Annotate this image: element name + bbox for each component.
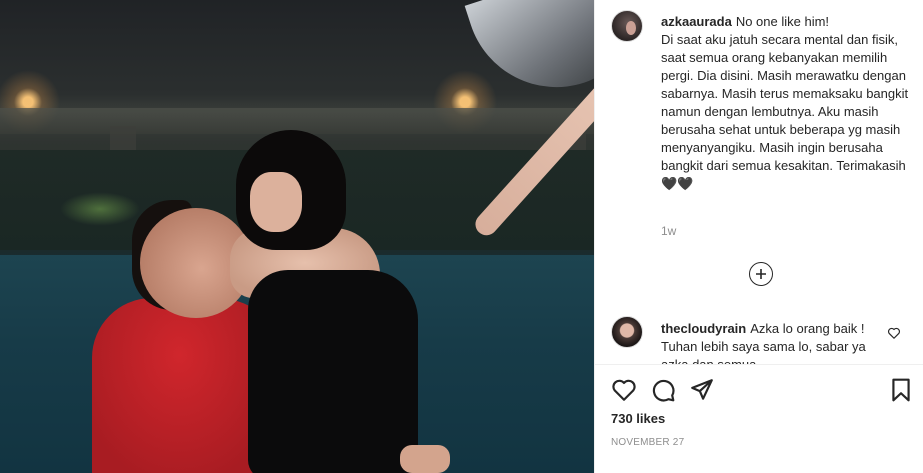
post-time-ago[interactable]: 1w bbox=[661, 224, 676, 238]
post-date[interactable]: NOVEMBER 27 bbox=[611, 437, 684, 448]
load-more-comments-button[interactable] bbox=[749, 262, 773, 286]
comment-body: thecloudyrain Azka lo orang baik ! Tuhan … bbox=[661, 320, 883, 364]
post-actions: 730 likes NOVEMBER 27 bbox=[595, 364, 923, 473]
commenter-username[interactable]: thecloudyrain bbox=[661, 321, 746, 336]
photo-woman-face bbox=[250, 172, 302, 232]
plus-circle-icon bbox=[756, 269, 766, 279]
commenter-avatar[interactable] bbox=[611, 316, 643, 348]
post-caption: azkaaurada No one like him! Di saat aku j… bbox=[661, 13, 911, 193]
comment-item: thecloudyrain Azka lo orang baik ! Tuhan … bbox=[595, 312, 923, 364]
photo-woman-dress bbox=[248, 270, 418, 473]
heart-icon[interactable] bbox=[611, 377, 637, 403]
share-icon[interactable] bbox=[689, 377, 715, 403]
likes-count[interactable]: 730 likes bbox=[611, 411, 665, 426]
comment-icon[interactable] bbox=[650, 377, 676, 403]
bookmark-icon[interactable] bbox=[888, 377, 914, 403]
author-username[interactable]: azkaaurada bbox=[661, 14, 732, 29]
post-sidebar: azkaaurada No one like him! Di saat aku j… bbox=[594, 0, 923, 473]
author-avatar[interactable] bbox=[611, 10, 643, 42]
photo-woman-hand bbox=[400, 445, 450, 473]
post-photo[interactable] bbox=[0, 0, 594, 473]
photo-background-light bbox=[60, 192, 140, 226]
caption-section: azkaaurada No one like him! Di saat aku j… bbox=[595, 0, 923, 300]
comment-heart-icon[interactable] bbox=[887, 326, 901, 340]
caption-text: No one like him! Di saat aku jatuh secar… bbox=[661, 14, 909, 191]
photo-umbrella bbox=[464, 0, 594, 111]
